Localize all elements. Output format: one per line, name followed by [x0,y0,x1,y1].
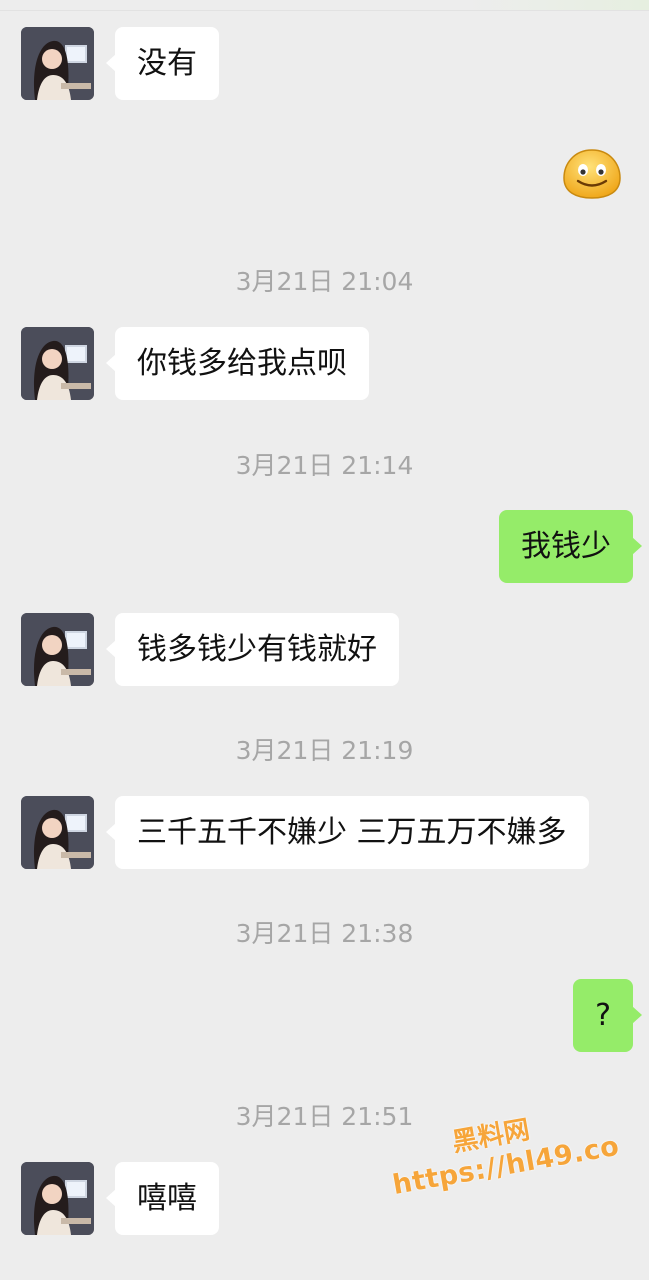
contact-avatar[interactable] [21,327,94,400]
avatar-girl-icon [21,27,94,100]
smile-emoji-graphic [563,149,621,199]
avatar-girl-icon [21,796,94,869]
avatar-girl-icon [21,613,94,686]
timestamp: 3月21日 21:51 [235,1102,414,1131]
avatar-girl-icon [21,327,94,400]
message-bubble-received[interactable]: 你钱多给我点呗 [106,327,369,400]
top-strip-tint [469,0,649,10]
timestamp: 3月21日 21:38 [235,919,414,948]
timestamp: 3月21日 21:19 [235,736,414,765]
message-bubble-sent[interactable]: ? [573,979,642,1052]
message-bubble-received[interactable]: 嘻嘻 [106,1162,219,1235]
timestamp: 3月21日 21:04 [235,267,414,296]
top-status-strip [0,0,649,11]
message-bubble-received[interactable]: 三千五千不嫌少 三万五万不嫌多 [106,796,589,869]
message-bubble-received[interactable]: 没有 [106,27,219,100]
smile-emoji-icon[interactable] [562,148,622,200]
watermark-url: https://hl49.co [390,1130,622,1202]
timestamp: 3月21日 21:14 [235,451,414,480]
contact-avatar[interactable] [21,613,94,686]
contact-avatar[interactable] [21,1162,94,1235]
message-bubble-sent[interactable]: 我钱少 [499,510,642,583]
avatar-girl-icon [21,1162,94,1235]
message-bubble-received[interactable]: 钱多钱少有钱就好 [106,613,399,686]
contact-avatar[interactable] [21,27,94,100]
contact-avatar[interactable] [21,796,94,869]
